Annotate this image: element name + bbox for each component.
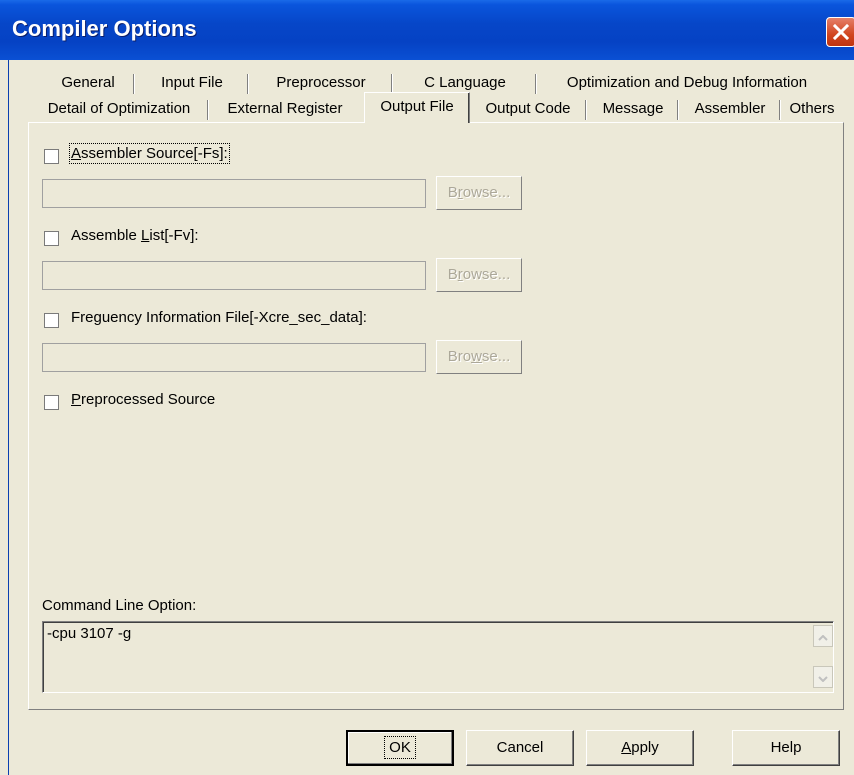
apply-button[interactable]: Apply xyxy=(586,730,694,766)
assembler-source-label[interactable]: Assembler Source[-Fs]: xyxy=(69,143,230,164)
tab-assembler[interactable]: Assembler xyxy=(680,96,780,122)
tab-label: C Language xyxy=(424,74,506,91)
tab-external-register[interactable]: External Register xyxy=(210,96,360,122)
tab-input-file[interactable]: Input File xyxy=(136,70,248,96)
command-line-value: -cpu 3107 -g xyxy=(47,625,132,642)
tab-label: External Register xyxy=(227,100,343,117)
tab-label: Optimization and Debug Information xyxy=(566,74,808,91)
label-part: Bro xyxy=(447,348,472,365)
frequency-info-browse-button[interactable]: Browse... xyxy=(436,340,522,374)
mnemonic: P xyxy=(71,391,82,408)
assemble-list-label[interactable]: Assemble List[-Fv]: xyxy=(71,227,199,244)
preprocessed-source-label[interactable]: Preprocessed Source xyxy=(71,391,215,408)
chevron-up-icon xyxy=(818,628,828,645)
label-part: se... xyxy=(481,348,511,365)
tab-label: Others xyxy=(789,100,835,117)
label-part: Assemble xyxy=(71,227,142,244)
mnemonic: A xyxy=(621,739,632,756)
cancel-button[interactable]: Cancel xyxy=(466,730,574,766)
frequency-info-path-field[interactable] xyxy=(42,343,426,372)
label-part: B xyxy=(447,266,458,283)
tab-optimization-debug[interactable]: Optimization and Debug Information xyxy=(538,70,836,96)
close-button[interactable] xyxy=(826,17,854,47)
tab-output-code[interactable]: Output Code xyxy=(470,96,586,122)
chevron-down-icon xyxy=(818,669,828,686)
command-line-textarea[interactable]: -cpu 3107 -g xyxy=(42,621,834,693)
assemble-list-path-field[interactable] xyxy=(42,261,426,290)
mnemonic: A xyxy=(71,145,82,162)
mnemonic: w xyxy=(471,348,482,365)
tab-label: Output File xyxy=(380,98,454,115)
assembler-source-checkbox[interactable] xyxy=(44,149,59,164)
label-part: ist[-Fv]: xyxy=(149,227,199,244)
ok-button[interactable]: OK xyxy=(346,730,454,766)
tab-output-file[interactable]: Output File xyxy=(364,92,470,123)
label-part: Freguency Information File[-Xcre_sec_dat… xyxy=(71,309,367,326)
frequency-info-label[interactable]: Freguency Information File[-Xcre_sec_dat… xyxy=(71,309,367,326)
assembler-source-path-field[interactable] xyxy=(42,179,426,208)
tab-label: Assembler xyxy=(694,100,766,117)
scroll-down-button[interactable] xyxy=(813,666,833,688)
tab-label: Message xyxy=(602,100,664,117)
label-part: reprocessed Source xyxy=(81,391,216,408)
label-part: ssembler Source[-Fs]: xyxy=(81,145,228,162)
help-button[interactable]: Help xyxy=(732,730,840,766)
label-part: pply xyxy=(631,739,659,756)
label-part: B xyxy=(447,184,458,201)
tab-label: Input File xyxy=(161,74,223,91)
tab-label: Output Code xyxy=(485,100,571,117)
label-part: owse... xyxy=(462,266,511,283)
tab-label: Preprocessor xyxy=(276,74,366,91)
tab-others[interactable]: Others xyxy=(782,96,842,122)
tab-detail-of-optimization[interactable]: Detail of Optimization xyxy=(30,96,208,122)
assemble-list-checkbox[interactable] xyxy=(44,231,59,246)
command-line-label: Command Line Option: xyxy=(42,597,197,614)
button-label: Cancel xyxy=(496,739,544,756)
label-part: owse... xyxy=(462,184,511,201)
button-label: OK xyxy=(384,736,416,759)
tab-general[interactable]: General xyxy=(42,70,134,96)
preprocessed-source-checkbox[interactable] xyxy=(44,395,59,410)
assemble-list-browse-button[interactable]: Browse... xyxy=(436,258,522,292)
tab-label: General xyxy=(61,74,115,91)
button-label: Help xyxy=(770,739,802,756)
tab-message[interactable]: Message xyxy=(588,96,678,122)
scroll-up-button[interactable] xyxy=(813,625,833,647)
frequency-info-checkbox[interactable] xyxy=(44,313,59,328)
assembler-source-browse-button[interactable]: Browse... xyxy=(436,176,522,210)
tab-label: Detail of Optimization xyxy=(47,100,191,117)
title-bar: Compiler Options xyxy=(0,0,854,60)
window-title: Compiler Options xyxy=(12,16,197,41)
